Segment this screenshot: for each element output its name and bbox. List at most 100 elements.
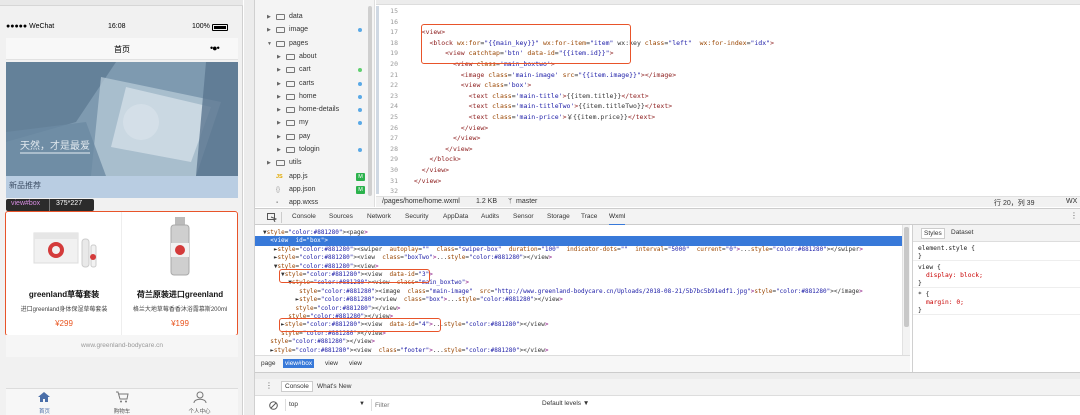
highlight-box [421, 24, 631, 64]
dom-node[interactable]: ►style="color:#881280"><view class="foot… [255, 346, 910, 355]
highlight-box [5, 211, 238, 336]
clear-console-icon[interactable] [269, 401, 278, 410]
console-filter-input[interactable] [375, 399, 535, 412]
wxml-dom-tree[interactable]: ▼style="color:#881280"><page> <view id="… [255, 225, 910, 355]
modified-badge: M [356, 172, 365, 181]
file-tree-item[interactable]: ▶ tologin [255, 144, 374, 156]
code-line[interactable]: </view> [406, 176, 1080, 187]
context-value: top [289, 401, 299, 408]
devtools-tab-wxml[interactable]: Wxml [609, 209, 626, 226]
user-icon [193, 391, 207, 403]
file-tree-item[interactable]: ▶ my [255, 117, 374, 129]
caret-right-icon: ▶ [277, 53, 281, 60]
code-line[interactable]: <text class='main-titleTwo'>{{item.title… [406, 101, 1080, 112]
file-tree-scrollbar[interactable] [368, 6, 372, 196]
log-levels-select[interactable]: Default levels ▼ [542, 400, 589, 407]
file-tree-item[interactable]: {} app.json M [255, 184, 374, 196]
devtools-tab-sensor[interactable]: Sensor [513, 209, 534, 226]
language-mode[interactable]: WX [1066, 198, 1077, 205]
style-rule-selector[interactable]: view { [918, 264, 941, 271]
devtools-tab-console[interactable]: Console [292, 209, 316, 226]
code-line[interactable]: </view> [406, 133, 1080, 144]
caret-right-icon: ▶ [277, 80, 281, 87]
json-file-icon: {} [276, 186, 281, 193]
inspect-tooltip-selector: view#box [11, 200, 41, 207]
git-branch[interactable]: master [516, 198, 537, 205]
file-tree-item[interactable]: ▶ pay [255, 131, 374, 143]
more-menu-icon[interactable]: •●• [210, 43, 220, 53]
section-title: 新品推荐 [9, 181, 41, 190]
file-tree-item[interactable]: ▶ cart [255, 64, 374, 76]
code-line[interactable]: </view> [406, 165, 1080, 176]
drawer-resizer[interactable] [255, 372, 1080, 379]
line-number: 21 [390, 70, 398, 79]
panel-divider[interactable] [244, 0, 255, 415]
tab-home[interactable]: 首页 [6, 389, 83, 415]
drawer-menu-icon[interactable]: ⋮ [265, 381, 273, 390]
tab-console[interactable]: Console [281, 381, 313, 392]
devtools-tab-sources[interactable]: Sources [329, 209, 353, 226]
file-size: 1.2 KB [476, 198, 498, 205]
code-line[interactable]: </view> [406, 123, 1080, 134]
file-tree-label: pages [289, 39, 309, 47]
breadcrumb-item[interactable]: page [259, 359, 277, 368]
devtools-tab-audits[interactable]: Audits [481, 209, 499, 226]
devtools-tab-storage[interactable]: Storage [547, 209, 570, 226]
code-line[interactable] [406, 186, 1080, 196]
file-tree-item[interactable]: ▪ app.wxss [255, 197, 374, 207]
context-select[interactable]: top ▼ [287, 399, 367, 412]
style-property[interactable]: display: block; [926, 272, 983, 279]
style-property[interactable]: margin: 0; [926, 299, 964, 306]
status-dot [358, 121, 362, 126]
devtools-tab-security[interactable]: Security [405, 209, 428, 226]
footer-link[interactable]: www.greenland-bodycare.cn [6, 342, 238, 349]
folder-icon [286, 80, 295, 87]
tab-bar: 首页 购物车 个人中心 [6, 388, 238, 415]
code-line[interactable]: <image class='main-image' src="{{item.im… [406, 70, 1080, 81]
style-rule-selector[interactable]: * { [918, 291, 929, 298]
line-number: 22 [390, 81, 398, 90]
file-tree-item[interactable]: JS app.js M [255, 171, 374, 183]
file-tree-item[interactable]: ▶ image [255, 24, 374, 36]
file-tree-label: cart [299, 66, 311, 74]
folder-open-icon [276, 40, 285, 47]
code-line[interactable]: <text class='main-price'>￥{{item.price}}… [406, 112, 1080, 123]
caret-right-icon: ▶ [267, 27, 271, 34]
line-number: 15 [390, 7, 398, 15]
hero-banner[interactable]: 天然，才是最爱 [6, 62, 238, 176]
file-tree-item[interactable]: ▶ home [255, 91, 374, 103]
file-tree-item[interactable]: ▶ carts [255, 78, 374, 90]
tab-profile[interactable]: 个人中心 [161, 389, 238, 415]
folder-icon [286, 67, 295, 74]
file-tree-item[interactable]: ▶ data [255, 11, 374, 23]
file-tree-item[interactable]: ▼ pages [255, 38, 374, 50]
breadcrumb-item[interactable]: view [347, 359, 364, 368]
phone-status-bar: ●●●●● WeChat 16:08 100% [6, 21, 238, 35]
tab-styles[interactable]: Styles [921, 228, 945, 239]
code-line[interactable]: <text class='main-title'>{{item.title}}<… [406, 91, 1080, 102]
file-tree-item[interactable]: ▶ utils [255, 157, 374, 169]
file-tree-item[interactable]: ▶ about [255, 51, 374, 63]
code-line[interactable]: <view class='box'> [406, 80, 1080, 91]
devtools-tab-network[interactable]: Network [367, 209, 391, 226]
dom-scrollbar[interactable] [902, 225, 910, 355]
more-options-icon[interactable]: ⋮ [1070, 211, 1078, 220]
breadcrumb-item[interactable]: view#box [283, 359, 315, 368]
code-line[interactable]: </block> [406, 154, 1080, 165]
code-line[interactable] [406, 6, 1080, 17]
devtools-tab-appdata[interactable]: AppData [443, 209, 468, 226]
breadcrumb-item[interactable]: view [323, 359, 340, 368]
style-rule-selector[interactable]: element.style { [918, 245, 975, 252]
file-tree-item[interactable]: ▶ home-details [255, 104, 374, 116]
code-line[interactable]: </view> [406, 144, 1080, 155]
tab-label: 个人中心 [188, 409, 211, 415]
section-header: 新品推荐 [6, 176, 238, 198]
cursor-position: 行 20，列 39 [994, 200, 1035, 207]
tab-dataset[interactable]: Dataset [951, 229, 973, 236]
devtools-tab-trace[interactable]: Trace [581, 209, 597, 226]
line-number: 31 [390, 176, 398, 185]
caret-right-icon: ▶ [277, 67, 281, 74]
tab-whats-new[interactable]: What's New [317, 383, 351, 390]
inspect-element-icon[interactable] [267, 213, 277, 222]
tab-cart[interactable]: 购物车 [83, 389, 161, 415]
